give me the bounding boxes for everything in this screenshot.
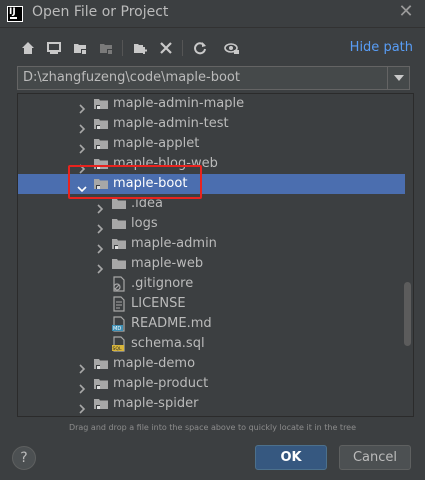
chevron-right-icon[interactable] [77, 379, 87, 394]
new-folder-icon[interactable] [130, 38, 150, 58]
tree-row-label: maple-spider [113, 396, 199, 411]
path-input[interactable]: D:\zhangfuzeng\code\maple-boot [23, 70, 240, 85]
project-folder-icon[interactable] [70, 38, 90, 58]
module-folder-icon[interactable] [96, 38, 116, 58]
tree-row-label: .gitignore [131, 276, 194, 291]
tree-row-label: schema.sql [131, 336, 205, 351]
toolbar-separator [182, 40, 183, 56]
window-title: Open File or Project [32, 4, 169, 20]
module-folder-icon [93, 116, 109, 132]
tree-row[interactable]: maple-spider [18, 394, 405, 414]
chevron-right-icon[interactable] [77, 99, 87, 114]
module-folder-icon [93, 376, 109, 392]
tree-row-label: maple-web [131, 256, 204, 271]
tree-row[interactable]: maple-admin-maple [18, 94, 405, 114]
tree-row-label: maple-applet [113, 136, 200, 151]
tree-row[interactable]: MD README.md [18, 314, 405, 334]
cancel-button[interactable]: Cancel [339, 445, 411, 470]
tree-row-label: maple-demo [113, 356, 196, 371]
drag-drop-hint: Drag and drop a file into the space abov… [68, 423, 357, 432]
chevron-right-icon[interactable] [77, 139, 87, 154]
chevron-right-icon[interactable] [95, 259, 105, 274]
annotation-highlight-box [68, 165, 202, 199]
chevron-right-icon[interactable] [77, 399, 87, 414]
tree-row[interactable]: SQL schema.sql [18, 334, 405, 354]
module-folder-icon [93, 96, 109, 112]
svg-text:MD: MD [113, 326, 121, 332]
toolbar: Hide path [0, 36, 425, 60]
tree-row-label: LICENSE [131, 296, 186, 311]
tree-row[interactable]: maple-applet [18, 134, 405, 154]
tree-row[interactable]: logs [18, 214, 405, 234]
folder-icon [111, 256, 127, 272]
module-folder-icon [111, 236, 127, 252]
tree-row[interactable]: maple-admin [18, 234, 405, 254]
desktop-icon[interactable] [44, 38, 64, 58]
home-icon[interactable] [18, 38, 38, 58]
show-hidden-icon[interactable] [222, 38, 242, 58]
tree-row-label: README.md [131, 316, 212, 331]
tree-row[interactable]: maple-admin-test [18, 114, 405, 134]
tree-row-label: maple-product [113, 376, 209, 391]
chevron-right-icon[interactable] [95, 219, 105, 234]
sql-file-icon: SQL [111, 336, 127, 352]
text-file-icon [111, 296, 127, 312]
tree-row[interactable]: maple-demo [18, 354, 405, 374]
chevron-right-icon[interactable] [95, 239, 105, 254]
module-folder-icon [93, 136, 109, 152]
help-button[interactable]: ? [12, 446, 36, 470]
module-folder-icon [93, 356, 109, 372]
tree-row[interactable]: .gitignore [18, 274, 405, 294]
chevron-right-icon[interactable] [77, 119, 87, 134]
gitignore-file-icon [111, 276, 127, 292]
path-combobox[interactable]: D:\zhangfuzeng\code\maple-boot [17, 66, 410, 90]
svg-text:SQL: SQL [113, 346, 123, 352]
chevron-right-icon[interactable] [77, 359, 87, 374]
tree-row[interactable]: LICENSE [18, 294, 405, 314]
file-tree[interactable]: maple-admin-maple maple-admin-test maple-a… [17, 93, 414, 417]
tree-row-label: maple-admin [131, 236, 217, 251]
chevron-right-icon[interactable] [95, 199, 105, 214]
tree-row-label: maple-admin-maple [113, 96, 245, 111]
toolbar-separator [122, 40, 123, 56]
delete-icon[interactable] [156, 38, 176, 58]
refresh-icon[interactable] [190, 38, 210, 58]
module-folder-icon [93, 396, 109, 412]
close-icon[interactable]: ✕ [397, 2, 415, 22]
intellij-icon: IJ [7, 6, 23, 22]
title-bar: IJ Open File or Project ✕ [0, 0, 425, 28]
ok-button[interactable]: OK [255, 445, 327, 470]
tree-row[interactable]: maple-web [18, 254, 405, 274]
folder-icon [111, 216, 127, 232]
tree-row[interactable]: maple-product [18, 374, 405, 394]
markdown-file-icon: MD [111, 316, 127, 332]
chevron-down-icon[interactable] [387, 67, 409, 89]
tree-row-label: logs [131, 216, 158, 231]
tree-row-label: maple-admin-test [113, 116, 229, 131]
tree-scrollbar[interactable] [404, 282, 411, 346]
hide-path-link[interactable]: Hide path [350, 40, 413, 55]
